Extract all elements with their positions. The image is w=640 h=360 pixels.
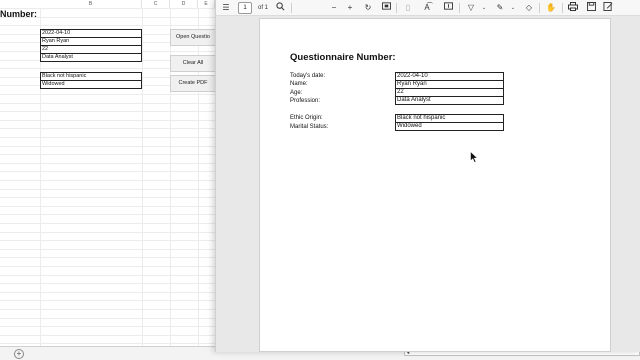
search-icon[interactable] [274,2,286,14]
open-questionnaire-button[interactable]: Open Questio [170,29,216,46]
rotate-icon[interactable]: ↻ [362,2,374,14]
grid-row-line [0,266,215,267]
contents-icon[interactable]: ☰ [220,2,232,14]
grid-row-line [0,214,215,215]
sheet-title[interactable]: Number: [0,9,37,19]
chevron-down-icon[interactable]: ⌄ [478,2,490,14]
grid-row-line [0,154,215,155]
save-icon[interactable] [585,1,597,14]
field-value-ethnic-origin: Black not hispanic [395,114,504,123]
field-value-date: 2022-04-10 [395,72,504,81]
grid-row-line [0,120,215,121]
add-sheet-icon[interactable]: + [14,349,24,359]
field-value-profession: Data Analyst [395,97,504,105]
toolbar-separator [459,3,460,13]
grid-row-line [0,103,215,104]
field-label-name: Name: [290,81,308,87]
grid-row-line [0,94,215,95]
highlight-icon[interactable]: ▽ [465,2,477,14]
pdf-viewer-window: ☰ 1 of 1 − + ↻ ▯ A͡ ▽ ⌄ ✎ ⌄ ◇ ✋ Question… [215,0,640,352]
pdf-page: Questionnaire Number: Today's date: Name… [259,18,611,352]
cell-marital-status[interactable]: Widowed [40,81,142,89]
document-title: Questionnaire Number: [290,52,396,63]
field-label-marital-status: Marital Status: [290,124,329,130]
grid-row-line [0,240,215,241]
erase-icon[interactable]: ◇ [523,2,535,14]
print-icon[interactable] [567,2,579,14]
column-header-c[interactable]: C [142,0,170,8]
zoom-in-icon[interactable]: + [344,2,356,14]
cell-ethnic-origin[interactable]: Black not hispanic [40,72,142,81]
chevron-down-icon[interactable]: ⌄ [507,2,519,14]
column-header-d[interactable]: D [170,0,198,8]
grid-row-line [0,180,215,181]
draw-icon[interactable]: ✎ [494,2,506,14]
grid-row-line [0,189,215,190]
grid-row-line [0,171,215,172]
page-view-icon[interactable]: ▯ [402,2,414,14]
grid-row-line [0,146,215,147]
screen: B C D E Number: 2022-04-10 Ryan Ryan 22 … [0,0,640,360]
save-as-icon[interactable] [602,2,614,14]
toolbar-separator [396,3,397,13]
read-aloud-icon[interactable]: A͡ [421,2,433,14]
grid-row-line [0,206,215,207]
column-header-e[interactable]: E [198,0,215,8]
field-label-age: Age: [290,90,303,96]
grid-row-line [0,249,215,250]
page-number-input[interactable]: 1 [238,2,252,14]
text-icon[interactable] [442,2,454,14]
grid-row-line [0,197,215,198]
grid-row-line [0,326,215,327]
grid-row-line [0,300,215,301]
cell-name[interactable]: Ryan Ryan [40,38,142,46]
grid-row-line [0,137,215,138]
grid-row-line [0,128,215,129]
grid-row-line [0,111,215,112]
grid-row-line [0,257,215,258]
grid-row-line [0,335,215,336]
column-header-b[interactable]: B [40,0,142,8]
field-label-profession: Profession: [290,98,321,104]
toolbar-separator [291,3,292,13]
grid-row-line [0,223,215,224]
fit-page-icon[interactable] [380,2,392,14]
cell-profession[interactable]: Data Analyst [40,54,142,62]
touch-icon[interactable]: ✋ [545,2,557,14]
mouse-cursor-icon [470,151,478,163]
grid-row-line [0,292,215,293]
grid-row-line [0,343,215,344]
page-count: of 1 [258,5,269,11]
field-label-date: Today's date: [290,73,326,79]
cell-age[interactable]: 22 [40,46,142,54]
create-pdf-button[interactable]: Create PDF [170,75,216,92]
grid-row-line [0,318,215,319]
grid-row-line [0,283,215,284]
toolbar-separator [539,3,540,13]
field-label-ethnic-origin: Ethic Origin: [290,115,323,121]
grid-row-line [0,275,215,276]
cell-date[interactable]: 2022-04-10 [40,29,142,38]
pdf-toolbar: ☰ 1 of 1 − + ↻ ▯ A͡ ▽ ⌄ ✎ ⌄ ◇ ✋ [216,0,640,16]
clear-all-button[interactable]: Clear All [170,55,216,72]
toolbar-separator [562,3,563,13]
grid-row-line [0,232,215,233]
grid-column-line [142,8,143,346]
field-value-age: 22 [395,89,504,97]
grid-row-line [0,163,215,164]
field-value-marital-status: Widowed [395,123,504,131]
field-value-name: Ryan Ryan [395,81,504,89]
zoom-out-icon[interactable]: − [328,2,340,14]
grid-row-line [0,309,215,310]
grid-row-line [0,25,215,26]
